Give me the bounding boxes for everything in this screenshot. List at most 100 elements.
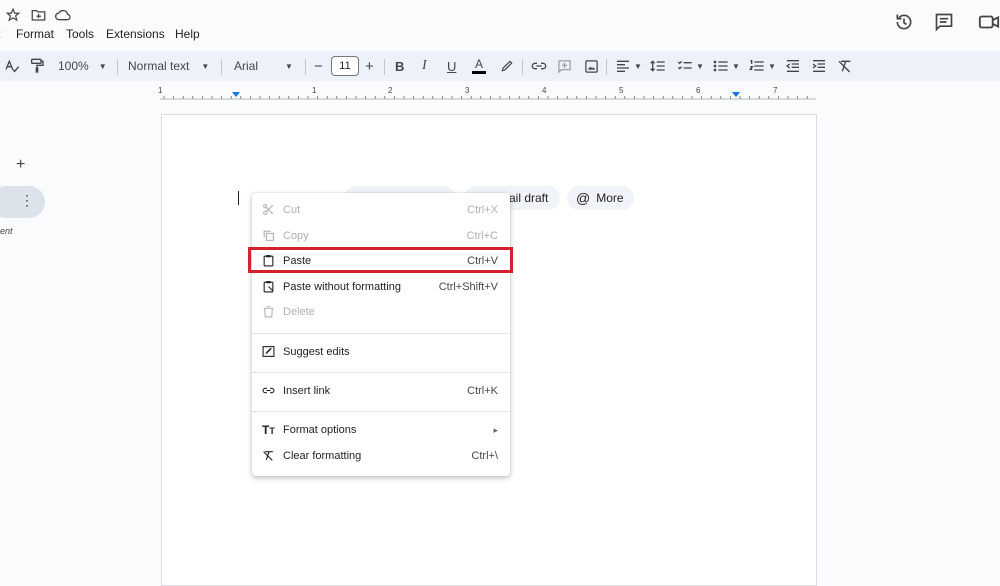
- more-chip[interactable]: @ More: [567, 186, 634, 210]
- zoom-select[interactable]: 100% ▼: [58, 51, 107, 81]
- suggest-edits-icon: [262, 345, 276, 359]
- checklist-icon[interactable]: ▼: [677, 51, 704, 81]
- underline-button[interactable]: U: [447, 51, 456, 81]
- menu-item-clear-formatting[interactable]: Clear formatting Ctrl+\: [252, 446, 510, 468]
- toolbar-divider: [522, 59, 523, 75]
- ruler-number: 3: [465, 86, 469, 95]
- font-value: Arial: [234, 59, 258, 73]
- menu-help[interactable]: Help: [175, 27, 200, 41]
- left-indent-marker: [232, 92, 240, 97]
- toolbar-divider: [384, 59, 385, 75]
- ruler-number: 1: [312, 86, 316, 95]
- paste-plain-shortcut: Ctrl+Shift+V: [439, 281, 498, 293]
- menu-tools[interactable]: Tools: [66, 27, 94, 41]
- trash-icon: [262, 305, 276, 319]
- italic-button[interactable]: I: [422, 51, 427, 81]
- more-vert-icon[interactable]: ⋮: [20, 193, 34, 207]
- paint-format-icon[interactable]: [29, 51, 45, 81]
- chevron-down-icon: ▼: [732, 62, 740, 71]
- bulleted-list-icon[interactable]: ▼: [713, 51, 740, 81]
- cut-shortcut: Ctrl+X: [467, 204, 498, 216]
- version-history-icon[interactable]: [894, 12, 914, 32]
- toolbar: 100% ▼ Normal text ▼ Arial ▼ − 11 + B I …: [0, 51, 1000, 81]
- insert-link-label: Insert link: [283, 385, 330, 397]
- decrease-font-size-button[interactable]: −: [314, 51, 323, 81]
- star-icon[interactable]: [6, 8, 22, 24]
- font-size-input[interactable]: 11: [331, 56, 359, 76]
- text-color-swatch: [472, 71, 486, 74]
- copy-icon: [262, 229, 276, 243]
- ruler-number: 5: [619, 86, 623, 95]
- text-color-letter: A: [475, 58, 483, 70]
- insert-link-shortcut: Ctrl+K: [467, 385, 498, 397]
- scissors-icon: [262, 203, 276, 217]
- menu-item-format-options[interactable]: TT Format options ▸: [252, 420, 510, 442]
- ruler-number: 2: [388, 86, 392, 95]
- submenu-arrow-icon: ▸: [493, 425, 498, 436]
- align-left-icon[interactable]: ▼: [615, 51, 642, 81]
- menu-format[interactable]: Format: [16, 27, 54, 41]
- link-icon: [262, 384, 276, 398]
- clear-formatting-label: Clear formatting: [283, 450, 361, 462]
- paste-highlight-box: [248, 247, 513, 273]
- menu-item-cut[interactable]: Cut Ctrl+X: [252, 200, 510, 222]
- insert-link-icon[interactable]: [531, 51, 547, 81]
- suggest-edits-label: Suggest edits: [283, 346, 350, 358]
- ruler-number: 4: [542, 86, 546, 95]
- line-spacing-icon[interactable]: [650, 51, 666, 81]
- spellcheck-icon[interactable]: [4, 51, 20, 81]
- cloud-saved-icon[interactable]: [55, 8, 71, 24]
- bold-button[interactable]: B: [395, 51, 404, 81]
- cut-label: Cut: [283, 204, 300, 216]
- chevron-down-icon: ▼: [99, 62, 107, 71]
- zoom-value: 100%: [58, 59, 89, 73]
- menu-item-delete[interactable]: Delete: [252, 302, 510, 324]
- increase-font-size-button[interactable]: +: [365, 51, 374, 81]
- more-label: More: [596, 191, 623, 205]
- toolbar-divider: [117, 59, 118, 75]
- menu-item-paste-without-formatting[interactable]: Paste without formatting Ctrl+Shift+V: [252, 277, 510, 299]
- chevron-down-icon: ▼: [634, 62, 642, 71]
- chevron-down-icon: ▼: [768, 62, 776, 71]
- font-select[interactable]: Arial ▼: [234, 51, 293, 81]
- style-value: Normal text: [128, 59, 189, 73]
- text-cursor: [238, 191, 239, 205]
- ruler-number: 1: [158, 86, 162, 95]
- at-sign-icon: @: [576, 190, 590, 206]
- toolbar-divider: [221, 59, 222, 75]
- copy-shortcut: Ctrl+C: [467, 230, 498, 242]
- toolbar-divider: [606, 59, 607, 75]
- copy-label: Copy: [283, 230, 309, 242]
- menu-divider: [252, 333, 510, 334]
- comments-icon[interactable]: [934, 12, 954, 32]
- left-panel-fragment: ent: [0, 226, 13, 236]
- ruler-number: 6: [696, 86, 700, 95]
- menu-item-insert-link[interactable]: Insert link Ctrl+K: [252, 381, 510, 403]
- highlight-color-icon[interactable]: [500, 51, 514, 81]
- numbered-list-icon[interactable]: ▼: [749, 51, 776, 81]
- chevron-down-icon: ▼: [201, 62, 209, 71]
- move-to-folder-icon[interactable]: [31, 8, 47, 24]
- paste-plain-label: Paste without formatting: [283, 281, 401, 293]
- menu-item-suggest-edits[interactable]: Suggest edits: [252, 342, 510, 364]
- add-comment-icon[interactable]: [557, 51, 572, 81]
- menu-extensions[interactable]: Extensions: [106, 27, 165, 41]
- context-menu: Cut Ctrl+X Copy Ctrl+C Paste Ctrl+V Past…: [252, 193, 510, 476]
- text-color-button[interactable]: A: [472, 51, 486, 81]
- style-select[interactable]: Normal text ▼: [128, 51, 209, 81]
- delete-label: Delete: [283, 306, 315, 318]
- clear-formatting-icon[interactable]: [837, 51, 853, 81]
- clear-formatting-shortcut: Ctrl+\: [471, 450, 498, 462]
- text-format-icon: TT: [262, 423, 276, 437]
- insert-image-icon[interactable]: [584, 51, 599, 81]
- chevron-down-icon: ▼: [285, 62, 293, 71]
- menu-item-copy[interactable]: Copy Ctrl+C: [252, 226, 510, 248]
- toolbar-divider: [305, 59, 306, 75]
- email-draft-label: ail draft: [509, 191, 548, 205]
- add-tab-button[interactable]: +: [16, 156, 25, 174]
- meet-icon[interactable]: [978, 12, 998, 32]
- decrease-indent-icon[interactable]: [785, 51, 801, 81]
- increase-indent-icon[interactable]: [811, 51, 827, 81]
- horizontal-ruler[interactable]: 1 1 2 3 4 5 6 7: [160, 86, 816, 102]
- clear-formatting-icon: [262, 449, 276, 463]
